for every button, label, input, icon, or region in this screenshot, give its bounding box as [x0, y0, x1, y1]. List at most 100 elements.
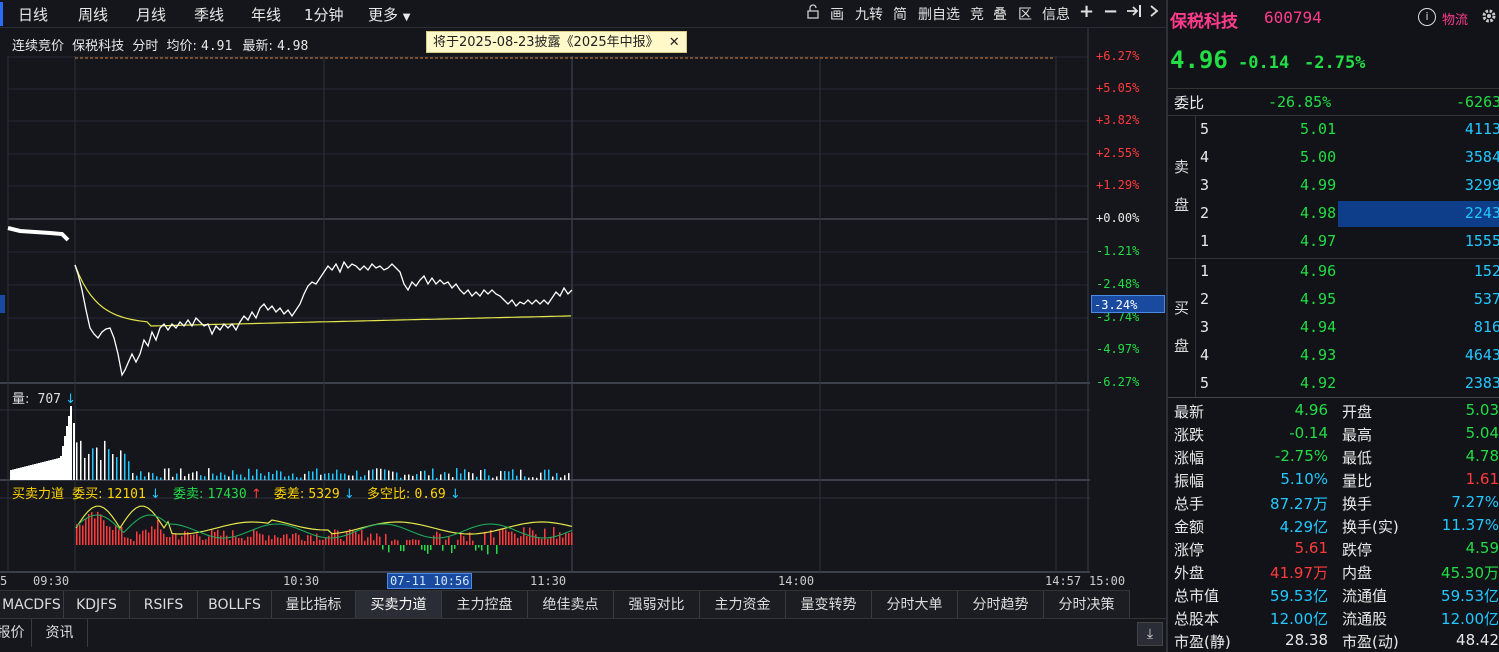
tool-nine-turn[interactable]: 九转	[855, 4, 883, 24]
close-icon[interactable]: ✕	[669, 35, 680, 50]
tab-indicator[interactable]: 主力控盘	[442, 591, 528, 619]
order-book-row[interactable]: 2 4.98 2243	[1168, 201, 1499, 227]
tab-quote[interactable]: 报价	[0, 619, 32, 647]
pct-tick: -4.97%	[1096, 342, 1140, 356]
indicator-bar	[235, 536, 237, 545]
tab-indicator[interactable]: 主力资金	[700, 591, 786, 619]
volume-bar	[424, 470, 426, 480]
stat-value: 4.78	[1465, 447, 1499, 465]
tab-indicator[interactable]: 分时趋势	[958, 591, 1044, 619]
tab-indicator[interactable]: MACDFS	[0, 591, 64, 619]
minus-icon[interactable]: −	[1103, 1, 1118, 22]
indicator-bar	[259, 533, 261, 545]
indicator-bar	[181, 536, 183, 545]
info-icon[interactable]: i	[1418, 8, 1436, 26]
tab-indicator[interactable]: 强弱对比	[614, 591, 700, 619]
indicator-bar	[505, 529, 507, 545]
indicator-bar	[184, 531, 186, 545]
order-price: 4.94	[1300, 318, 1337, 336]
tab-indicator[interactable]: 绝佳卖点	[528, 591, 614, 619]
period-yearly[interactable]: 年线	[251, 4, 281, 25]
divider	[1168, 115, 1499, 116]
panel-stock-code: 600794	[1264, 8, 1322, 27]
volume-bar	[416, 474, 418, 480]
tab-indicator[interactable]: 分时决策	[1044, 591, 1130, 619]
order-book-row[interactable]: 1 4.96 152	[1168, 259, 1499, 282]
order-level: 2	[1200, 204, 1210, 222]
tab-indicator[interactable]: 量变转势	[786, 591, 872, 619]
volume-bar	[392, 471, 394, 480]
pct-tick: +5.05%	[1096, 81, 1140, 95]
tab-indicator[interactable]: 量比指标	[272, 591, 356, 619]
indicator-bar	[472, 540, 474, 545]
tool-remove-watchlist[interactable]: 删自选	[918, 4, 960, 24]
order-book-row[interactable]: 4 4.93 4643	[1168, 343, 1499, 366]
period-daily[interactable]: 日线	[18, 4, 48, 25]
download-icon[interactable]: ⤓	[1137, 622, 1163, 646]
period-quarterly[interactable]: 季线	[194, 4, 224, 25]
stat-value: -0.14	[1289, 424, 1328, 442]
tool-draw[interactable]: 画	[830, 4, 844, 24]
volume-bar	[520, 469, 522, 480]
time-1400: 14:00	[778, 574, 815, 588]
tab-indicator[interactable]: KDJFS	[64, 591, 130, 619]
stats-row: 市盈(静) 28.38 市盈(动) 48.42	[1168, 629, 1499, 652]
period-monthly[interactable]: 月线	[136, 4, 166, 25]
lock-icon[interactable]	[806, 4, 820, 23]
stats-row: 外盘 41.97万 内盘 45.30万	[1168, 560, 1499, 583]
tool-range[interactable]: 区	[1018, 4, 1032, 24]
order-book-row[interactable]: 2 4.95 537	[1168, 287, 1499, 310]
tool-auction[interactable]: 竞	[970, 4, 984, 24]
plus-icon[interactable]: +	[1079, 1, 1094, 22]
volume-bar	[152, 473, 154, 480]
stat-value: 41.97万	[1270, 564, 1328, 582]
indicator-bar	[484, 531, 486, 545]
order-book-row[interactable]: 3 4.94 816	[1168, 315, 1499, 338]
tab-indicator[interactable]: RSIFS	[130, 591, 198, 619]
period-more[interactable]: 更多 ▼	[368, 4, 411, 25]
indicator-bar	[448, 535, 450, 545]
volume-bar	[296, 477, 298, 480]
pin-right-icon[interactable]	[1126, 4, 1142, 22]
order-book-row[interactable]: 5 4.92 2383	[1168, 371, 1499, 394]
stats-row: 最新 4.96 开盘 5.03	[1168, 399, 1499, 422]
order-book-row[interactable]: 4 5.00 3584	[1168, 145, 1499, 168]
stat-value: 4.96	[1294, 401, 1328, 419]
tab-indicator[interactable]: BOLLFS	[198, 591, 272, 619]
indicator-bar	[421, 545, 423, 550]
latest-value: 4.98	[276, 39, 309, 54]
volume-bar	[24, 466, 26, 480]
intraday-chart[interactable]	[0, 28, 1166, 590]
gear-icon[interactable]	[1480, 7, 1498, 29]
panel-stock-name: 保税科技	[1170, 12, 1238, 32]
tab-indicator[interactable]: 分时大单	[872, 591, 958, 619]
notice-banner[interactable]: 将于2025-08-23披露《2025年中报》 ✕	[426, 31, 687, 53]
collapse-icon[interactable]	[1149, 4, 1159, 22]
indicator-bar	[508, 531, 510, 545]
tool-simple[interactable]: 简	[893, 4, 907, 24]
indicator-bar	[322, 539, 324, 545]
tool-overlay[interactable]: 叠	[993, 4, 1007, 24]
indicator-bar	[301, 539, 303, 545]
order-level: 3	[1200, 176, 1210, 194]
order-price: 4.92	[1300, 374, 1337, 392]
order-level: 4	[1200, 346, 1210, 364]
volume-bar	[344, 473, 346, 480]
volume-bar	[88, 453, 90, 480]
order-book-row[interactable]: 1 4.97 1555	[1168, 229, 1499, 252]
tab-indicator[interactable]: 买卖力道	[356, 591, 442, 619]
indicator-bar	[481, 545, 483, 551]
tool-info[interactable]: 信息	[1042, 4, 1070, 24]
indicator-bar	[271, 539, 273, 545]
tab-news[interactable]: 资讯	[32, 619, 88, 647]
volume-bar	[52, 459, 54, 480]
period-weekly[interactable]: 周线	[78, 4, 108, 25]
order-book-row[interactable]: 5 5.01 4113	[1168, 117, 1499, 140]
order-book-row[interactable]: 3 4.99 3299	[1168, 173, 1499, 196]
trade-mode: 连续竞价	[12, 39, 65, 54]
volume-bar	[300, 477, 302, 480]
indicator-bar	[91, 512, 93, 545]
period-1min[interactable]: 1分钟	[304, 4, 344, 25]
indicator-bar	[364, 540, 366, 545]
industry-tag[interactable]: 物流	[1442, 9, 1468, 28]
